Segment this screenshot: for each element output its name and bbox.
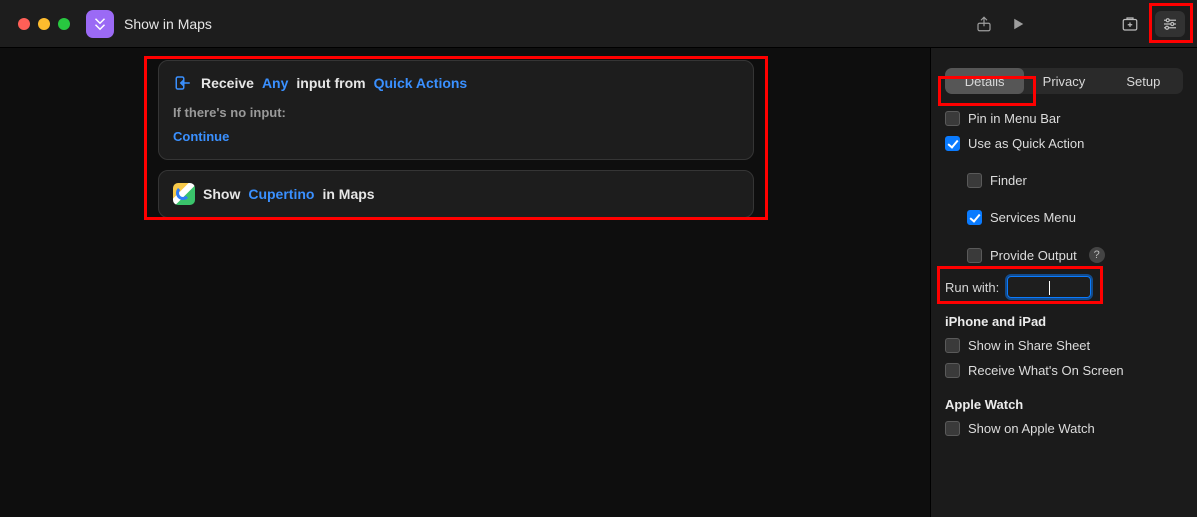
inspector-settings-icon[interactable] <box>1155 11 1185 37</box>
keyboard-shortcut-field[interactable] <box>1007 276 1091 298</box>
checkbox-icon[interactable] <box>967 248 982 263</box>
pin-menubar-option[interactable]: Pin in Menu Bar <box>945 106 1183 131</box>
no-input-label: If there's no input: <box>173 105 739 120</box>
share-sheet-option[interactable]: Show in Share Sheet <box>945 333 1183 358</box>
fullscreen-window-button[interactable] <box>58 18 70 30</box>
input-icon <box>173 73 193 93</box>
iphone-ipad-header: iPhone and iPad <box>945 300 1183 333</box>
help-icon[interactable]: ? <box>1089 247 1105 263</box>
receive-input-action[interactable]: Receive Any input from Quick Actions If … <box>158 60 754 160</box>
use-quick-action-option[interactable]: Use as Quick Action <box>945 131 1183 156</box>
show-apple-watch-option[interactable]: Show on Apple Watch <box>945 416 1183 441</box>
provide-output-label: Provide Output <box>990 248 1077 263</box>
run-with-label: Run with: <box>945 280 999 295</box>
location-token[interactable]: Cupertino <box>248 186 314 202</box>
checkbox-icon[interactable] <box>945 421 960 436</box>
input-mid-label: input from <box>296 75 365 91</box>
tab-privacy[interactable]: Privacy <box>1024 68 1103 94</box>
provide-output-option[interactable]: Provide Output ? <box>967 242 1183 268</box>
show-label: Show <box>203 186 240 202</box>
checkbox-icon[interactable] <box>945 363 960 378</box>
no-input-action-token[interactable]: Continue <box>173 126 235 147</box>
finder-label: Finder <box>990 173 1027 188</box>
window-controls <box>18 18 70 30</box>
checkbox-icon[interactable] <box>967 173 982 188</box>
share-button[interactable] <box>967 10 1001 38</box>
receive-onscreen-label: Receive What's On Screen <box>968 363 1124 378</box>
titlebar: Show in Maps <box>0 0 1197 48</box>
services-menu-option[interactable]: Services Menu <box>967 205 1183 230</box>
checkbox-icon[interactable] <box>945 136 960 151</box>
checkbox-icon[interactable] <box>945 111 960 126</box>
show-in-maps-action[interactable]: Show Cupertino in Maps <box>158 170 754 218</box>
library-icon[interactable] <box>1115 11 1145 37</box>
inspector-sidebar: Details Privacy Setup Pin in Menu Bar Us… <box>930 48 1197 517</box>
input-type-token[interactable]: Any <box>262 75 288 91</box>
checkbox-icon[interactable] <box>967 210 982 225</box>
shortcut-app-icon <box>86 10 114 38</box>
receive-onscreen-option[interactable]: Receive What's On Screen <box>945 358 1183 383</box>
use-quick-action-label: Use as Quick Action <box>968 136 1084 151</box>
apple-watch-header: Apple Watch <box>945 383 1183 416</box>
close-window-button[interactable] <box>18 18 30 30</box>
tab-details[interactable]: Details <box>945 68 1024 94</box>
workflow-canvas[interactable]: Receive Any input from Quick Actions If … <box>0 48 930 517</box>
services-menu-label: Services Menu <box>990 210 1076 225</box>
maps-app-icon <box>173 183 195 205</box>
in-maps-label: in Maps <box>322 186 374 202</box>
show-apple-watch-label: Show on Apple Watch <box>968 421 1095 436</box>
tab-setup[interactable]: Setup <box>1104 68 1183 94</box>
inspector-tabs: Details Privacy Setup <box>945 68 1183 94</box>
inspector-toolbar <box>1115 11 1185 37</box>
share-sheet-label: Show in Share Sheet <box>968 338 1090 353</box>
pin-menubar-label: Pin in Menu Bar <box>968 111 1061 126</box>
minimize-window-button[interactable] <box>38 18 50 30</box>
input-source-token[interactable]: Quick Actions <box>374 75 468 91</box>
receive-label: Receive <box>201 75 254 91</box>
finder-option[interactable]: Finder <box>967 168 1183 193</box>
shortcut-title: Show in Maps <box>124 16 212 32</box>
run-button[interactable] <box>1001 10 1035 38</box>
checkbox-icon[interactable] <box>945 338 960 353</box>
